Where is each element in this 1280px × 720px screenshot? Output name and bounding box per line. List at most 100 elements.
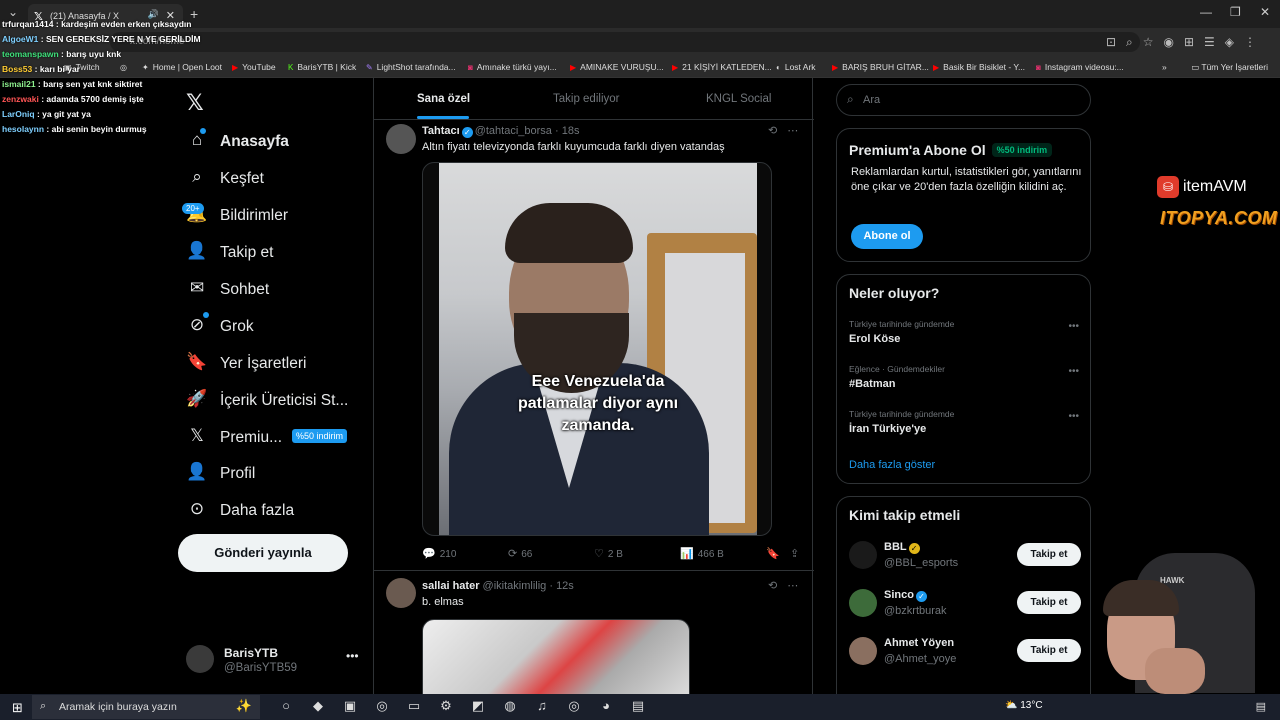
subscribe-button[interactable]: Abone ol [851, 224, 923, 249]
close-window-icon[interactable]: ✕ [1260, 5, 1270, 19]
share-button[interactable]: ⇪ [790, 547, 803, 560]
follow-suggestion[interactable]: Sinco ✓ @bzkrtburak Takip et [849, 587, 1081, 623]
search-input[interactable]: ⌕ Ara [836, 84, 1091, 116]
store-icon[interactable]: ▣ [334, 698, 366, 714]
profile-handle: @BarisYTB59 [224, 662, 298, 674]
tweet-header: Tahtacı ✓ @tahtaci_borsa · 18s [422, 125, 580, 138]
spotify-icon[interactable]: ♫ [526, 698, 558, 713]
premium-card: Premium'a Abone Ol %50 indirim Reklamlard… [836, 128, 1091, 262]
chrome-icon[interactable]: ◎ [366, 698, 398, 714]
suggestion-name: Sinco ✓ [884, 589, 929, 602]
bookmark-youtube[interactable]: ▶ YouTube [232, 62, 276, 72]
app-icon[interactable]: ◩ [462, 698, 494, 714]
tweet-time[interactable]: 18s [562, 125, 580, 137]
views-button[interactable]: 📊 466 B [680, 547, 724, 560]
tab-kngl-social[interactable]: KNGL Social [706, 93, 771, 105]
steam-icon[interactable]: ⚙ [430, 698, 462, 714]
bookmark-instagram-2[interactable]: ◙ Instagram videosu:... [1036, 62, 1124, 72]
reply-icon: 💬 [422, 548, 436, 560]
task-view-icon[interactable]: ○ [270, 698, 302, 713]
taskbar: ⊞ ⌕ Aramak için buraya yazın ✨ ○ ◆ ▣ ◎ ▭ ⚙ ◩ ◍ ♫… [0, 694, 1280, 720]
more-options-icon[interactable]: ••• [1068, 411, 1079, 422]
url-field[interactable]: x.com/home [110, 32, 1140, 52]
bookmark-instagram-1[interactable]: ◙ Amınake türkü yayı... [468, 62, 557, 72]
follow-button[interactable]: Takip et [1017, 543, 1081, 566]
trend-item[interactable]: Türkiye tarihinde gündemde İran Türkiye'… [849, 409, 1079, 441]
follow-suggestion[interactable]: Ahmet Yöyen @Ahmet_yoye Takip et [849, 635, 1081, 671]
bookmark-youtube-5[interactable]: ▶ Basik Bir Bisiklet - Y... [933, 62, 1025, 72]
share-icon: ⇪ [790, 548, 800, 560]
youtube-icon: ▶ [933, 63, 940, 72]
tweet-author-handle[interactable]: @ikitakimlilig [483, 580, 547, 592]
heart-icon: ♡ [594, 548, 604, 560]
tab-following[interactable]: Takip ediliyor [553, 93, 619, 105]
app-icon[interactable]: ◆ [302, 698, 334, 714]
all-bookmarks-link[interactable]: ▭ Tüm Yer İşaretleri [1191, 62, 1268, 73]
show-more-link[interactable]: Daha fazla göster [849, 459, 935, 471]
grok-icon: ⊘ [189, 315, 205, 334]
more-options-icon[interactable]: ••• [1068, 366, 1079, 377]
more-options-icon[interactable]: ••• [1068, 321, 1079, 332]
tweet-author-name[interactable]: sallai hater [422, 580, 479, 592]
tweet-time[interactable]: 12s [556, 580, 574, 592]
nav-label: Profil [220, 465, 256, 482]
bookmarks-overflow-icon[interactable]: » [1162, 62, 1167, 72]
like-button[interactable]: ♡ 2 B [594, 547, 623, 560]
browser-toolbar-icons[interactable]: ⊡⌕☆◉⊞☰◈⋮ [1106, 35, 1266, 50]
folder-icon[interactable]: ▭ [398, 698, 430, 714]
more-circle-icon: ⊙ [189, 499, 205, 518]
bookmark-youtube-4[interactable]: ▶ BARIŞ BRUH GİTAR... [832, 62, 929, 72]
chat-message: zenzwaki : adamda 5700 demiş işte [2, 94, 144, 104]
bookmark-kick[interactable]: K BarisYTB | Kick [288, 62, 356, 72]
more-options-icon[interactable]: ⋯ [787, 125, 808, 137]
restore-icon[interactable]: ❐ [1230, 5, 1241, 19]
nav-label: Bildirimler [220, 207, 289, 224]
shopping-bag-icon: ⛁ [1157, 176, 1179, 198]
taskbar-search-input[interactable]: ⌕ Aramak için buraya yazın ✨ [32, 695, 260, 719]
account-switcher[interactable]: BarisYTB @BarisYTB59 ••• [186, 645, 366, 677]
discord-icon[interactable]: ◕ [590, 698, 622, 713]
chrome-active-icon[interactable]: ◎ [558, 698, 590, 714]
avatar[interactable] [386, 578, 416, 608]
nav-label: Sohbet [220, 281, 270, 298]
grok-explain-icon[interactable]: ⟲ [768, 580, 787, 592]
follow-button[interactable]: Takip et [1017, 591, 1081, 614]
tweet-author-name[interactable]: Tahtacı [422, 125, 460, 137]
search-icon: ⌕ [40, 700, 47, 712]
bookmark-lost-ark[interactable]: ◐ Lost Ark [776, 62, 816, 72]
minimize-icon[interactable]: — [1200, 5, 1212, 19]
follow-suggestion[interactable]: BBL ✓ @BBL_esports Takip et [849, 539, 1081, 575]
timeline-tabs: Sana özel Takip ediliyor KNGL Social [374, 78, 814, 120]
follow-button[interactable]: Takip et [1017, 639, 1081, 662]
instagram-icon: ◙ [468, 63, 473, 72]
tweet-tools[interactable]: ⟲⋯ [768, 124, 808, 137]
more-options-icon[interactable]: ⋯ [787, 580, 808, 592]
app-icon[interactable]: ◍ [494, 698, 526, 714]
sponsor-itopya: ITOPYA.COM [1160, 208, 1278, 228]
windows-start-icon[interactable]: ⊞ [12, 700, 23, 716]
post-button[interactable]: Gönderi yayınla [178, 534, 348, 572]
cloud-sun-icon: ⛅ [1005, 700, 1021, 711]
avatar[interactable] [386, 124, 416, 154]
trend-item[interactable]: Türkiye tarihinde gündemde Erol Köse ••• [849, 319, 1079, 351]
system-tray-icon[interactable]: ▤ [1256, 700, 1266, 713]
trend-item[interactable]: Eğlence · Gündemdekiler #Batman ••• [849, 364, 1079, 396]
kick-icon: K [288, 63, 294, 72]
bookmark-lightshot[interactable]: ✎ LightShot tarafında... [366, 62, 456, 72]
repost-button[interactable]: ⟳ 66 [508, 547, 532, 560]
tweet-tools[interactable]: ⟲⋯ [768, 579, 808, 592]
profile-name: BarisYTB [224, 646, 279, 660]
weather-widget[interactable]: ⛅ 13°C [1005, 700, 1043, 711]
app-icon[interactable]: ▤ [622, 698, 654, 714]
tweet-video[interactable]: Eee Venezuela'da patlamalar diyor aynı z… [422, 162, 772, 536]
bookmark-youtube-2[interactable]: ▶ AMINAKE VURUŞU... [570, 62, 664, 72]
tab-for-you[interactable]: Sana özel [417, 93, 470, 105]
more-options-icon[interactable]: ••• [346, 649, 359, 663]
tweet-author-handle[interactable]: @tahtaci_borsa [475, 125, 552, 137]
bookmark-youtube-3[interactable]: ▶ 21 KİŞİYİ KATLEDEN... [672, 62, 772, 72]
video-player[interactable]: Eee Venezuela'da patlamalar diyor aynı z… [439, 163, 757, 535]
reply-button[interactable]: 💬 210 [422, 547, 456, 560]
grok-explain-icon[interactable]: ⟲ [768, 125, 787, 137]
tweet-image[interactable] [422, 619, 690, 699]
bookmark-button[interactable]: 🔖 [766, 547, 784, 560]
